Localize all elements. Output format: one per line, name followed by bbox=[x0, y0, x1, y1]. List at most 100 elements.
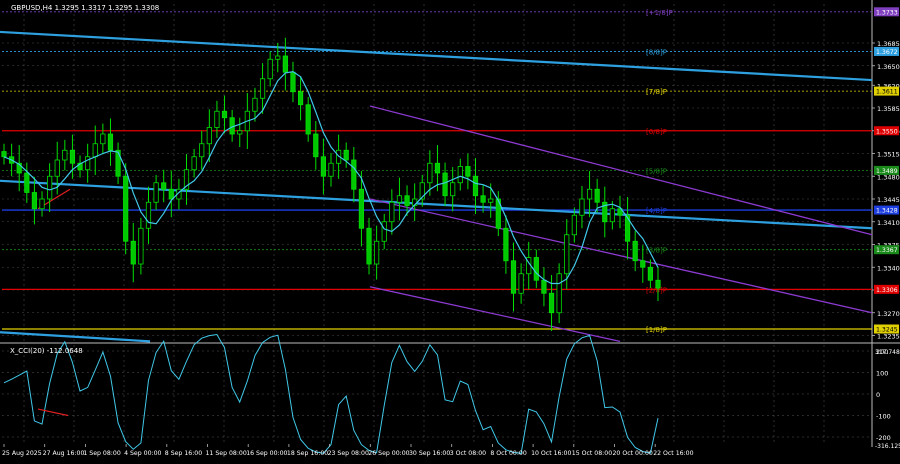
murray-label: [1/8]P bbox=[646, 326, 667, 334]
candle-body bbox=[374, 240, 380, 265]
candle-body bbox=[39, 198, 45, 210]
candle-body bbox=[594, 188, 600, 203]
time-label: 16 Sep 00:00 bbox=[246, 450, 287, 457]
candle-body bbox=[472, 175, 479, 197]
price-marker-label: 1.3306 bbox=[876, 287, 898, 294]
cci-max-label: 317.7484 bbox=[875, 349, 900, 356]
candle-body bbox=[305, 104, 311, 135]
candle-body bbox=[556, 273, 562, 314]
price-marker-label: 1.3550 bbox=[876, 128, 898, 135]
murray-label: [5/8]P bbox=[646, 167, 667, 175]
candle-body bbox=[31, 192, 38, 210]
candle-body bbox=[465, 166, 471, 177]
cci-level-label: -100 bbox=[876, 413, 891, 421]
price-tick-label: 1.3650 bbox=[877, 63, 900, 71]
symbol-label: GBPUSD,H4 1.3295 1.3317 1.3295 1.3308 bbox=[11, 4, 159, 12]
candle-body bbox=[199, 143, 205, 158]
price-tick-label: 1.3235 bbox=[877, 333, 900, 341]
price-tick-label: 1.3410 bbox=[877, 219, 900, 227]
time-label: 3 Oct 08:00 bbox=[450, 450, 486, 457]
candle-body bbox=[450, 182, 456, 197]
candle-body bbox=[480, 195, 486, 203]
price-tick-label: 1.3515 bbox=[877, 151, 900, 159]
murray-label: [6/8]P bbox=[646, 128, 667, 136]
price-marker-label: 1.3428 bbox=[876, 208, 898, 215]
time-label: 1 Sep 08:00 bbox=[83, 450, 120, 457]
candle-body bbox=[69, 149, 76, 164]
candle-body bbox=[252, 97, 258, 112]
candle-body bbox=[510, 260, 517, 294]
time-label: 26 Sep 00:00 bbox=[368, 450, 409, 457]
candle-body bbox=[640, 260, 646, 268]
candle-body bbox=[214, 110, 220, 128]
murray-label: [4/8]P bbox=[646, 207, 667, 215]
candle-body bbox=[328, 162, 334, 177]
time-label: 8 Sep 16:00 bbox=[165, 450, 202, 457]
candle-body bbox=[366, 227, 372, 265]
candle-body bbox=[541, 279, 547, 294]
candle-body bbox=[153, 182, 159, 203]
candle-body bbox=[632, 240, 638, 262]
candle-body bbox=[92, 143, 98, 158]
candle-body bbox=[107, 133, 114, 151]
candle-body bbox=[503, 227, 509, 262]
candle-body bbox=[343, 149, 349, 161]
price-marker-label: 1.3672 bbox=[876, 49, 898, 56]
candle-body bbox=[145, 201, 152, 229]
time-label: 23 Sep 08:00 bbox=[328, 450, 369, 457]
candle-body bbox=[161, 182, 167, 190]
time-label: 25 Aug 2025 bbox=[2, 450, 42, 457]
time-label: 20 Oct 00:00 bbox=[613, 450, 653, 457]
murray-label: [7/8]P bbox=[646, 88, 667, 96]
candle-body bbox=[358, 188, 365, 229]
candle-body bbox=[442, 172, 448, 197]
candle-body bbox=[297, 91, 304, 106]
time-label: 30 Sep 16:00 bbox=[409, 450, 450, 457]
time-label: 18 Sep 16:00 bbox=[287, 450, 328, 457]
candle-body bbox=[275, 55, 281, 60]
price-tick-label: 1.3685 bbox=[877, 40, 900, 48]
candle-body bbox=[655, 279, 661, 289]
time-label: 8 Oct 00:00 bbox=[490, 450, 526, 457]
price-tick-label: 1.3270 bbox=[877, 310, 900, 318]
candle-body bbox=[609, 208, 615, 223]
candle-body bbox=[85, 156, 91, 171]
candle-body bbox=[191, 156, 197, 171]
cci-level-label: 0 bbox=[876, 391, 880, 399]
candle-body bbox=[62, 149, 68, 161]
candle-body bbox=[404, 195, 410, 206]
candle-body bbox=[168, 188, 174, 200]
candle-body bbox=[457, 166, 463, 184]
candle-body bbox=[138, 227, 144, 265]
candle-body bbox=[1, 151, 7, 158]
chart-canvas[interactable]: [+1/8]P[8/8]P[7/8]P[6/8]P[5/8]P[4/8]P[3/… bbox=[0, 0, 900, 460]
cci-label: X_CCI(20) -112.0648 bbox=[10, 347, 83, 355]
candle-body bbox=[221, 110, 228, 119]
candle-body bbox=[488, 198, 494, 203]
candle-body bbox=[586, 188, 593, 200]
candle-body bbox=[237, 130, 243, 135]
time-label: 4 Sep 00:00 bbox=[124, 450, 161, 457]
candle-body bbox=[389, 201, 395, 223]
cci-level-label: 100 bbox=[876, 370, 888, 378]
trading-chart-window: [+1/8]P [8/8]P [7/8]P [6/8]P [5/8]P [4/8]P [3/… bbox=[0, 0, 900, 460]
chart-background bbox=[0, 0, 900, 460]
candle-body bbox=[320, 156, 326, 177]
candle-body bbox=[267, 58, 273, 80]
candle-body bbox=[282, 55, 288, 73]
price-marker-label: 1.3733 bbox=[876, 9, 898, 16]
time-label: 27 Aug 16:00 bbox=[43, 450, 85, 457]
candle-body bbox=[351, 159, 357, 190]
candle-body bbox=[564, 234, 570, 275]
candle-body bbox=[579, 198, 585, 216]
murray-label: [+1/8]P bbox=[646, 9, 673, 17]
candle-body bbox=[647, 266, 653, 281]
time-label: 15 Oct 08:00 bbox=[572, 450, 612, 457]
candle-body bbox=[290, 71, 296, 93]
candle-body bbox=[313, 133, 319, 158]
candle-body bbox=[54, 159, 60, 177]
price-tick-label: 1.3585 bbox=[877, 105, 900, 113]
candle-body bbox=[396, 195, 403, 203]
murray-label: [8/8]P bbox=[646, 48, 667, 56]
time-label: 11 Sep 08:00 bbox=[206, 450, 247, 457]
